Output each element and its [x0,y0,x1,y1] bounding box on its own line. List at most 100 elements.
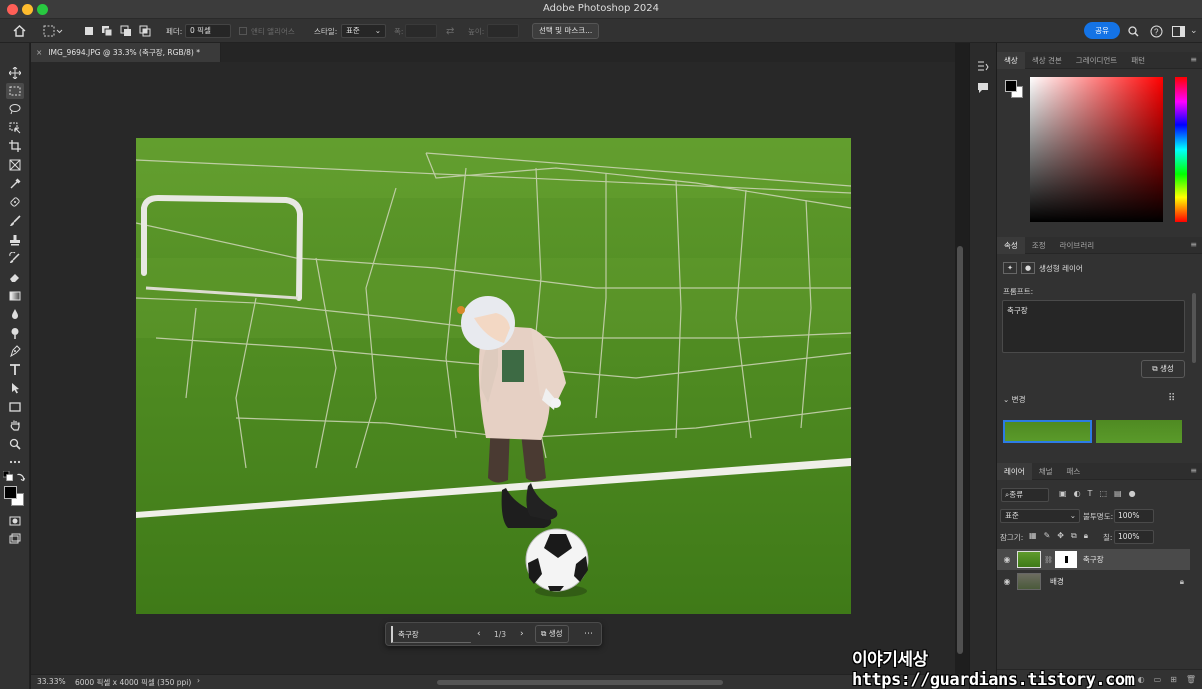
swap-dimensions-icon[interactable]: ⇄ [446,19,454,43]
horizontal-scrollbar[interactable] [437,680,723,685]
hue-slider[interactable] [1175,77,1187,222]
eye-icon[interactable]: ◉ [997,577,1017,586]
crop-tool-icon[interactable] [6,138,24,154]
adjustment-filter-icon[interactable]: ◐ [1074,489,1081,498]
blur-tool-icon[interactable] [6,306,24,322]
opacity-input[interactable]: 100% [1114,509,1154,523]
rectangular-marquee-tool-icon[interactable] [6,83,24,99]
width-input[interactable] [405,24,437,38]
screen-mode-icon[interactable] [6,531,24,547]
tab-patterns[interactable]: 패턴 [1124,52,1152,69]
smart-object-filter-icon[interactable]: ▤ [1114,489,1122,498]
next-variation-icon[interactable]: › [520,626,524,643]
pen-tool-icon[interactable] [6,343,24,359]
default-colors-icon[interactable] [3,471,15,482]
more-options-icon[interactable]: ⋯ [584,626,593,643]
lock-pixels-icon[interactable]: ✎ [1044,531,1051,541]
layer-name[interactable]: 축구장 [1083,554,1104,565]
swap-colors-icon[interactable] [15,472,27,482]
history-panel-icon[interactable] [976,60,990,76]
frame-tool-icon[interactable] [6,157,24,173]
lock-all-icon[interactable]: 🔒︎ [1084,531,1088,541]
link-icon[interactable]: ⛓︎ [1044,556,1053,564]
object-selection-tool-icon[interactable] [6,120,24,136]
color-picker-field[interactable] [1030,77,1163,222]
clone-stamp-tool-icon[interactable] [6,232,24,248]
pixel-filter-icon[interactable]: ▣ [1059,489,1067,498]
tab-channels[interactable]: 채널 [1032,463,1060,480]
eyedropper-tool-icon[interactable] [6,176,24,192]
layer-filter-select[interactable]: ⌕종류 [1001,488,1049,502]
spot-healing-brush-tool-icon[interactable] [6,194,24,210]
lock-artboard-icon[interactable]: ⧉ [1071,531,1077,541]
grid-view-icon[interactable]: ⠿ [1168,393,1175,404]
panel-menu-icon[interactable]: ≡ [1190,466,1197,475]
prompt-textarea[interactable]: 축구장 [1002,300,1185,353]
home-icon[interactable] [13,19,26,43]
ctx-generate-button[interactable]: ⧉ 생성 [535,625,569,643]
tab-properties[interactable]: 속성 [997,236,1025,254]
chevron-down-icon[interactable]: ⌄ [1190,19,1198,43]
layer-mask-thumbnail[interactable] [1054,551,1077,568]
move-tool-icon[interactable] [6,65,24,81]
select-and-mask-button[interactable]: 선택 및 마스크... [532,23,600,39]
panel-menu-icon[interactable]: ≡ [1190,55,1197,64]
lock-transparency-icon[interactable]: ▦ [1029,531,1037,541]
color-panel-foreground-swatch[interactable] [1005,80,1017,92]
selection-mode-subtract[interactable] [120,19,132,43]
panel-menu-icon[interactable]: ≡ [1190,240,1197,249]
type-tool-icon[interactable] [6,362,24,378]
zoom-level[interactable]: 33.33% [37,677,66,686]
blend-mode-select[interactable]: 표준 ⌄ [1000,509,1080,523]
type-filter-icon[interactable]: T [1088,489,1093,498]
variation-thumbnail-1[interactable] [1003,420,1092,443]
fill-input[interactable]: 100% [1114,530,1154,544]
tab-gradients[interactable]: 그레이디언트 [1069,52,1124,69]
quick-mask-icon[interactable] [6,513,24,529]
brush-tool-icon[interactable] [6,213,24,229]
share-button[interactable]: 공유 [1084,22,1120,39]
variations-header[interactable]: ⌄ 변경 [1003,394,1025,405]
comments-panel-icon[interactable] [976,81,990,97]
antialias-checkbox[interactable]: 앤티 앨리어스 [239,19,295,43]
search-icon[interactable] [1128,19,1139,43]
tab-swatches[interactable]: 색상 견본 [1025,52,1069,69]
help-icon[interactable]: ? [1150,19,1163,43]
dodge-tool-icon[interactable] [6,325,24,341]
gradient-tool-icon[interactable] [6,288,24,304]
tab-adjustments[interactable]: 조정 [1025,237,1053,254]
properties-scrollbar[interactable] [1192,293,1196,363]
eraser-tool-icon[interactable] [6,269,24,285]
foreground-color-swatch[interactable] [4,486,17,499]
height-input[interactable] [487,24,519,38]
tab-libraries[interactable]: 라이브러리 [1053,237,1102,254]
marquee-preset-picker[interactable] [43,19,63,43]
canvas-area[interactable]: 축구장 ‹ 1/3 › ⧉ 생성 ⋯ [31,62,955,674]
close-tab-icon[interactable]: × [36,48,42,57]
selection-mode-add[interactable] [101,19,113,43]
workspace-icon[interactable] [1172,19,1185,43]
layer-name[interactable]: 배경 [1050,576,1064,587]
shape-filter-icon[interactable]: ⬚ [1099,489,1107,498]
tab-layers[interactable]: 레이어 [997,462,1032,480]
lasso-tool-icon[interactable] [6,101,24,117]
path-selection-tool-icon[interactable] [6,380,24,396]
ctx-prompt-input[interactable]: 축구장 [391,626,471,643]
zoom-tool-icon[interactable] [6,436,24,452]
layer-row[interactable]: ◉ ⛓︎ 축구장 [997,549,1190,570]
variation-thumbnail-2[interactable] [1096,420,1182,443]
tab-paths[interactable]: 패스 [1060,463,1088,480]
more-tools-icon[interactable] [6,454,24,470]
document-image[interactable] [136,138,851,614]
selection-mode-new[interactable] [84,19,94,43]
selection-mode-intersect[interactable] [139,19,151,43]
filter-toggle-icon[interactable]: ● [1129,489,1136,498]
hand-tool-icon[interactable] [6,417,24,433]
feather-input[interactable]: 0 픽셀 [185,24,231,38]
chevron-right-icon[interactable]: › [197,676,200,685]
document-tab[interactable]: × IMG_9694.JPG @ 33.3% (축구장, RGB/8) * [31,43,221,62]
eye-icon[interactable]: ◉ [997,555,1017,564]
tab-color[interactable]: 색상 [997,51,1025,69]
layer-row[interactable]: ◉ 배경 🔒︎ [997,571,1190,592]
generate-button[interactable]: ⧉ 생성 [1141,360,1185,378]
